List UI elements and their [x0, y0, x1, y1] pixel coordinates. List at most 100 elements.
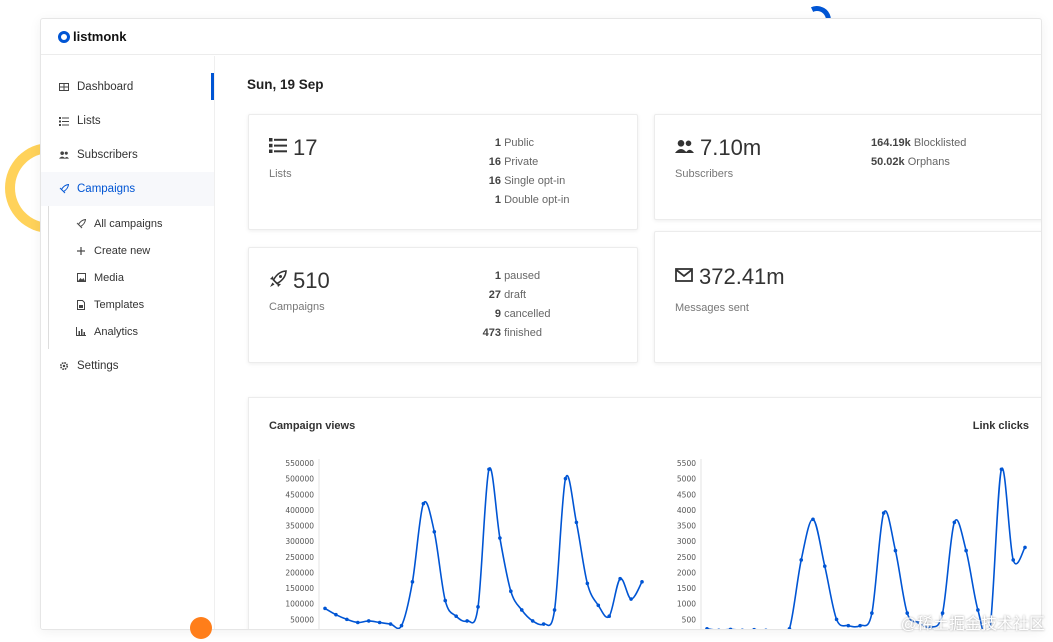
y-tick-label: 450000	[285, 490, 314, 499]
messages-label: Messages sent	[675, 302, 749, 314]
data-point[interactable]	[952, 520, 957, 525]
stat-row: 473 finished	[482, 327, 542, 339]
list-icon	[59, 116, 69, 126]
y-tick-label: 200000	[285, 568, 314, 577]
data-point[interactable]	[388, 622, 393, 626]
data-point[interactable]	[999, 467, 1004, 472]
data-point[interactable]	[519, 608, 524, 612]
data-point[interactable]	[596, 603, 601, 608]
data-point[interactable]	[355, 620, 360, 625]
campaigns-value: 510	[293, 268, 330, 293]
data-point[interactable]	[366, 619, 371, 623]
y-tick-label: 2000	[677, 568, 696, 577]
campaigns-card[interactable]: 510 Campaigns 1 paused 27 draft 9 cancel…	[248, 247, 638, 363]
data-point[interactable]	[607, 614, 612, 619]
data-point[interactable]	[752, 627, 756, 630]
data-point[interactable]	[323, 606, 327, 611]
data-point[interactable]	[552, 608, 557, 612]
data-point[interactable]	[834, 617, 839, 622]
y-tick-label: 100000	[285, 600, 314, 609]
data-point[interactable]	[585, 581, 590, 586]
subscribers-card[interactable]: 7.10m Subscribers 164.19k Blocklisted 50…	[654, 114, 1041, 220]
submenu-item-all-campaigns[interactable]: All campaigns	[49, 210, 214, 237]
data-point[interactable]	[1023, 545, 1027, 550]
data-point[interactable]	[717, 628, 721, 630]
y-tick-label: 5000	[677, 475, 696, 484]
stat-row: 16 Single opt-in	[488, 175, 566, 187]
submenu-item-templates[interactable]: Templates	[49, 291, 214, 318]
data-point[interactable]	[618, 576, 622, 581]
data-point[interactable]	[764, 628, 768, 630]
y-tick-label: 5500	[677, 459, 696, 468]
sidebar-item-subscribers[interactable]: Subscribers	[41, 138, 214, 172]
data-point[interactable]	[1011, 558, 1016, 562]
stat-row: 9 cancelled	[494, 308, 551, 320]
data-point[interactable]	[846, 623, 851, 628]
data-point[interactable]	[432, 530, 437, 534]
campaigns-stats: 1 paused 27 draft 9 cancelled 473 finish…	[479, 267, 551, 343]
data-point[interactable]	[574, 520, 579, 525]
data-point[interactable]	[858, 623, 862, 628]
data-point[interactable]	[822, 564, 827, 568]
data-point[interactable]	[410, 580, 415, 584]
data-point[interactable]	[563, 476, 568, 481]
data-point[interactable]	[705, 626, 709, 630]
sidebar-item-label: Campaigns	[77, 183, 136, 195]
sidebar-item-campaigns[interactable]: Campaigns	[41, 172, 214, 206]
data-point[interactable]	[776, 629, 780, 630]
data-point[interactable]	[881, 511, 886, 515]
logo[interactable]: listmonk	[58, 29, 126, 44]
users-icon	[675, 138, 694, 158]
sidebar-item-settings[interactable]: Settings	[41, 349, 214, 383]
data-point[interactable]	[530, 619, 535, 623]
stat-row: 16 Private	[488, 156, 539, 168]
campaigns-count: 510	[269, 268, 330, 294]
rocket-icon	[76, 218, 86, 229]
submenu-item-media[interactable]: Media	[49, 264, 214, 291]
data-point[interactable]	[465, 619, 469, 623]
y-tick-label: 400000	[285, 506, 314, 515]
stat-row: 27 draft	[488, 289, 527, 301]
lists-card[interactable]: 17 Lists 1 Public 16 Private 16 Single o…	[248, 114, 638, 230]
data-point[interactable]	[509, 589, 513, 594]
data-point[interactable]	[870, 611, 874, 615]
submenu-item-label: Create new	[94, 244, 151, 257]
data-point[interactable]	[629, 597, 633, 601]
data-point[interactable]	[787, 626, 792, 630]
y-tick-label: 3000	[677, 537, 696, 546]
data-point[interactable]	[377, 620, 382, 625]
main-content: Sun, 19 Sep 17 Lists 1 Public 16 Private…	[216, 56, 1041, 629]
sidebar-item-lists[interactable]: Lists	[41, 104, 214, 138]
data-point[interactable]	[811, 517, 815, 522]
data-point[interactable]	[640, 580, 644, 584]
campaign-views-chart: 0500001000001500002000002500003000003500…	[285, 459, 644, 629]
charts-card: Campaign views Link clicks 0 50000 100000 1…	[248, 397, 1041, 630]
submenu-item-label: Templates	[94, 298, 145, 311]
data-point[interactable]	[487, 467, 491, 472]
data-point[interactable]	[741, 628, 745, 630]
dashboard-icon	[59, 82, 69, 92]
data-point[interactable]	[476, 605, 480, 609]
data-point[interactable]	[893, 548, 898, 553]
data-point[interactable]	[728, 627, 733, 630]
submenu-item-label: Analytics	[94, 325, 139, 338]
submenu-item-create-new[interactable]: Create new	[49, 237, 214, 264]
sidebar-item-dashboard[interactable]: Dashboard	[41, 70, 214, 104]
stat-row: 1 Public	[494, 137, 535, 149]
data-point[interactable]	[498, 536, 502, 540]
data-point[interactable]	[454, 614, 458, 619]
data-point[interactable]	[399, 623, 404, 628]
data-point[interactable]	[541, 622, 546, 626]
data-point[interactable]	[334, 612, 338, 617]
submenu-item-analytics[interactable]: Analytics	[49, 318, 214, 345]
messages-card[interactable]: 372.41m Messages sent	[654, 231, 1041, 363]
data-point[interactable]	[443, 598, 448, 603]
sidebar-item-label: Lists	[77, 115, 101, 127]
stat-row: 50.02k Orphans	[871, 156, 950, 168]
stat-row: 164.19k Blocklisted	[871, 137, 967, 149]
data-point[interactable]	[964, 548, 968, 553]
data-point[interactable]	[345, 617, 349, 622]
data-point[interactable]	[421, 501, 426, 506]
data-point[interactable]	[799, 558, 804, 562]
link-clicks-title: Link clicks	[972, 420, 1029, 432]
